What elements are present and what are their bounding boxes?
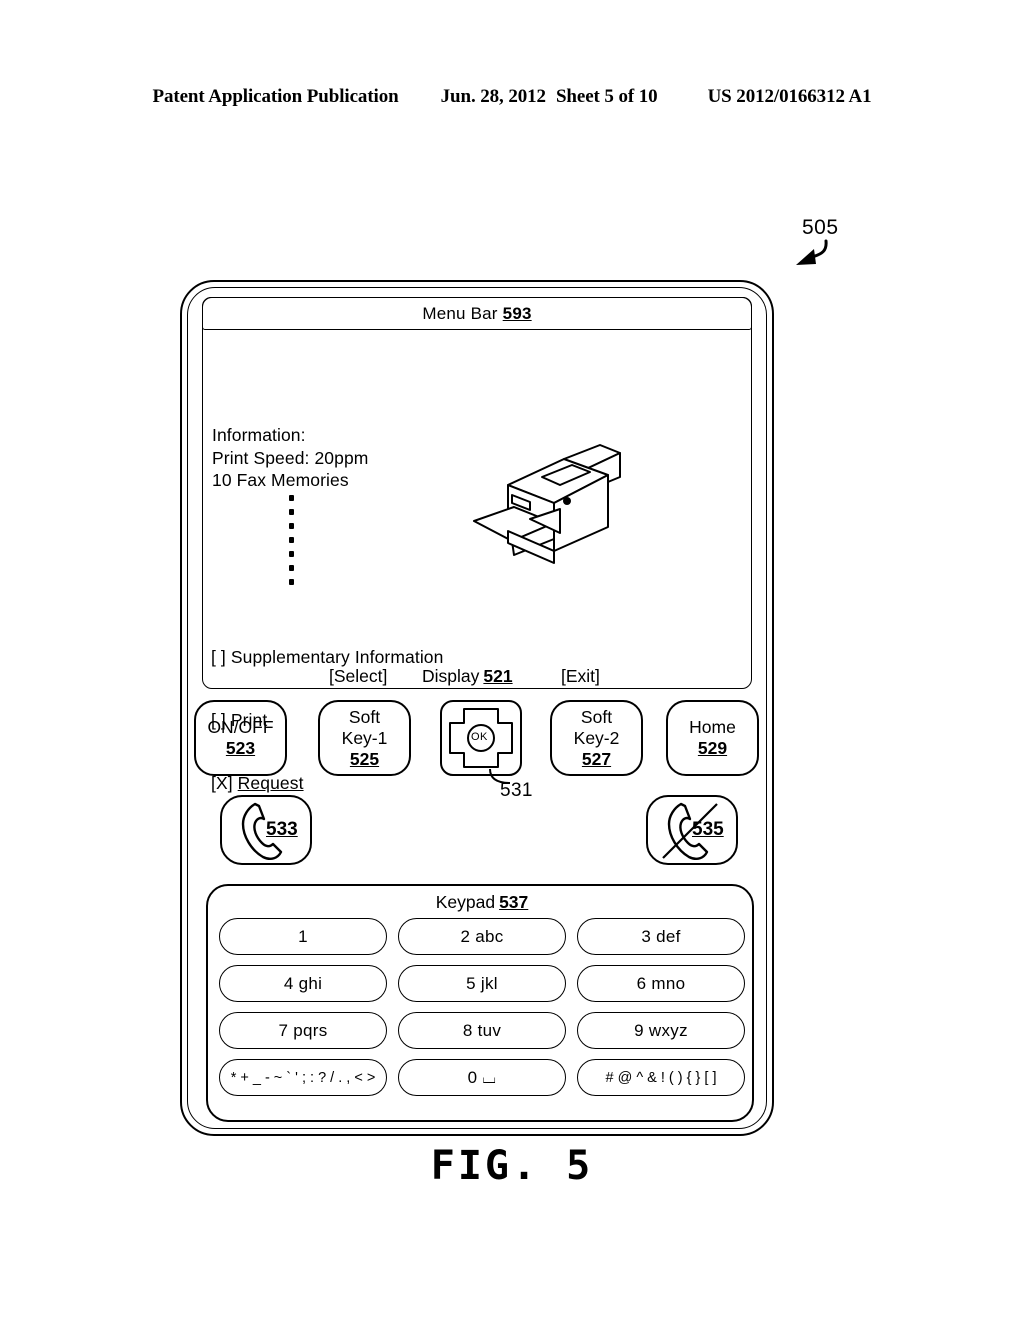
publication-label: Patent Application Publication <box>152 86 399 107</box>
keypad-reference: 537 <box>499 892 529 912</box>
select-softkey-label[interactable]: [Select] <box>329 666 387 687</box>
phone-button-row: 533 535 <box>194 795 764 867</box>
key-1[interactable]: 1 <box>219 918 387 955</box>
control-button-row: ON/OFF 523 Soft Key-1 525 OK 531 Soft Ke… <box>194 699 764 801</box>
home-button[interactable]: Home 529 <box>666 700 759 776</box>
soft-key-1-reference: 525 <box>349 748 380 769</box>
display-caption: Display 521 <box>422 666 513 687</box>
reference-arrow-icon <box>796 239 828 265</box>
ok-button-label: OK <box>471 731 488 743</box>
sheet-number: Sheet 5 of 10 <box>555 86 658 107</box>
soft-key-1-button[interactable]: Soft Key-1 525 <box>318 700 411 776</box>
display-caption-label: Display <box>422 666 480 686</box>
publication-date: Jun. 28, 2012 <box>440 86 546 107</box>
key-4[interactable]: 4 ghi <box>219 965 387 1002</box>
key-6[interactable]: 6 mno <box>577 965 745 1002</box>
keypad-title: Keypad 537 <box>208 892 756 913</box>
on-off-label: ON/OFF <box>207 717 274 737</box>
call-button[interactable]: 533 <box>220 795 312 865</box>
menu-bar-reference: 593 <box>502 303 532 323</box>
patent-number: US 2012/0166312 A1 <box>707 86 872 107</box>
keypad-grid: 1 2 abc 3 def 4 ghi 5 jkl 6 mno 7 pqrs 8… <box>219 918 745 1096</box>
information-heading: Information: <box>212 425 306 445</box>
key-7[interactable]: 7 pqrs <box>219 1012 387 1049</box>
home-reference: 529 <box>697 738 728 758</box>
patent-header: Patent Application Publication Jun. 28, … <box>0 86 1024 108</box>
figure-caption: FIG. 5 <box>430 1143 594 1189</box>
exit-softkey-label[interactable]: [Exit] <box>561 666 600 687</box>
navigation-dpad[interactable]: OK <box>438 699 524 784</box>
key-3[interactable]: 3 def <box>577 918 745 955</box>
home-label: Home <box>689 717 736 737</box>
option-marker: [ ] <box>211 647 226 667</box>
end-call-button[interactable]: 535 <box>646 795 738 865</box>
menu-bar-label: Menu Bar <box>422 303 498 323</box>
information-block: Information: Print Speed: 20ppm 10 Fax M… <box>212 424 368 492</box>
end-call-button-reference: 535 <box>692 819 724 840</box>
menu-bar[interactable]: Menu Bar 593 <box>202 297 752 330</box>
key-star[interactable]: * + _ - ~ ` ' ; : ? / . , < > <box>219 1059 387 1096</box>
information-print-speed: Print Speed: 20ppm <box>212 447 369 468</box>
soft-key-1-label-line1: Soft <box>348 706 381 727</box>
key-2[interactable]: 2 abc <box>398 918 566 955</box>
on-off-button[interactable]: ON/OFF 523 <box>194 700 287 776</box>
device-display: Menu Bar 593 Information: Print Speed: 2… <box>202 297 752 793</box>
printer-illustration-icon <box>473 444 621 564</box>
soft-key-2-reference: 527 <box>581 748 612 769</box>
key-5[interactable]: 5 jkl <box>398 965 566 1002</box>
key-9[interactable]: 9 wxyz <box>577 1012 745 1049</box>
keypad-panel: Keypad 537 1 2 abc 3 def 4 ghi 5 jkl 6 mn… <box>206 884 754 1122</box>
soft-key-1-label-line2: Key-1 <box>341 727 388 748</box>
display-reference: 521 <box>483 666 513 686</box>
information-fax-memories: 10 Fax Memories <box>212 470 349 490</box>
soft-key-2-label-line1: Soft <box>580 706 613 727</box>
key-0[interactable]: 0 ⌴ <box>398 1059 566 1096</box>
key-hash[interactable]: # @ ^ & ! ( ) { } [ ] <box>577 1059 745 1096</box>
option-label: Supplementary Information <box>230 647 444 667</box>
on-off-reference: 523 <box>225 738 256 758</box>
keypad-title-label: Keypad <box>435 892 496 912</box>
vertical-ellipsis-icon <box>289 495 294 593</box>
call-button-reference: 533 <box>266 819 298 840</box>
device-reference-numeral: 505 <box>802 216 839 239</box>
soft-key-2-button[interactable]: Soft Key-2 527 <box>550 700 643 776</box>
option-supplementary-information[interactable]: [ ] Supplementary Information <box>211 647 443 668</box>
soft-key-2-label-line2: Key-2 <box>573 727 620 748</box>
key-8[interactable]: 8 tuv <box>398 1012 566 1049</box>
